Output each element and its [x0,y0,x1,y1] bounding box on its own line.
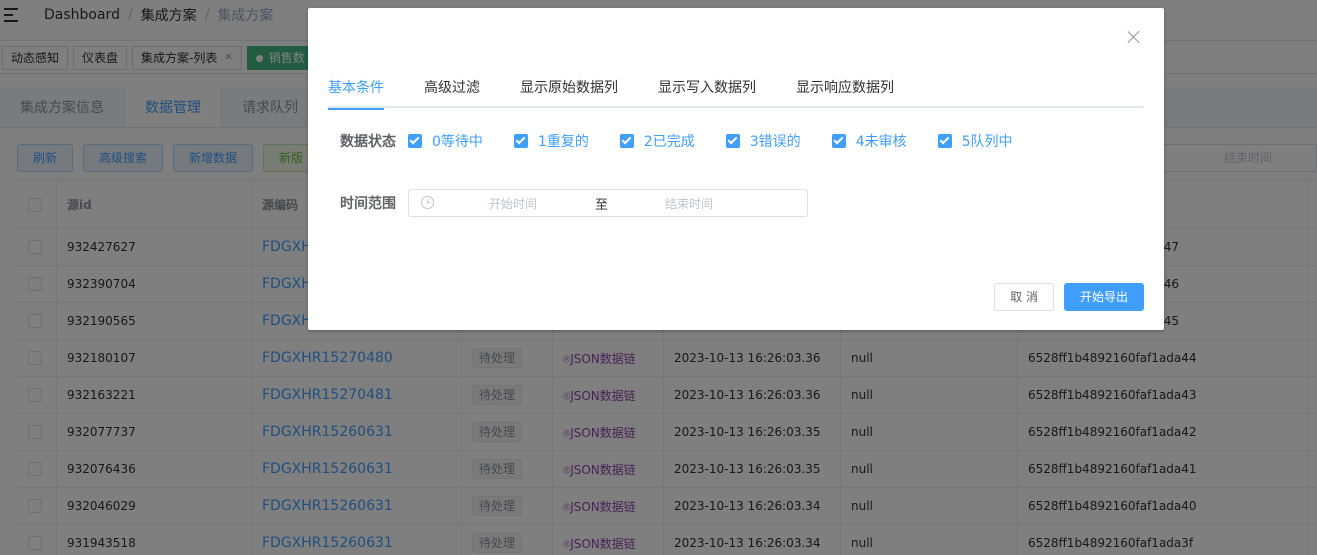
start-time-input[interactable]: 开始时间 [489,195,537,212]
status-option-unreviewed[interactable]: 4未审核 [831,131,907,151]
status-option-duplicate[interactable]: 1重复的 [513,131,589,151]
status-option-label: 2已完成 [643,134,695,150]
checkbox-checked[interactable] [619,134,634,148]
dialog-tabs: 基本条件 高级过滤 显示原始数据列 显示写入数据列 显示响应数据列 [328,73,1144,110]
checkbox-checked[interactable] [408,134,422,148]
dialog-footer: 取 消 开始导出 [984,283,1144,311]
status-option-queued[interactable]: 5队列中 [937,131,1013,151]
tab-basic-conditions[interactable]: 基本条件 [328,73,384,110]
tab-show-write-columns[interactable]: 显示写入数据列 [658,73,756,106]
status-option-waiting[interactable]: 0等待中 [408,131,483,151]
time-range-label: 时间范围 [340,196,396,212]
status-option-label: 5队列中 [961,134,1013,150]
start-export-button[interactable]: 开始导出 [1063,283,1144,311]
checkbox-checked[interactable] [831,134,846,148]
cancel-button[interactable]: 取 消 [994,283,1054,311]
tab-show-response-columns[interactable]: 显示响应数据列 [796,73,894,106]
export-dialog: 基本条件 高级过滤 显示原始数据列 显示写入数据列 显示响应数据列 数据状态 0… [308,8,1164,330]
tab-show-raw-columns[interactable]: 显示原始数据列 [520,73,618,106]
checkbox-checked[interactable] [725,134,740,148]
status-option-error[interactable]: 3错误的 [725,131,801,151]
status-option-label: 3错误的 [749,134,801,150]
close-icon[interactable] [1127,30,1141,44]
date-range-picker[interactable]: 开始时间 至 结束时间 [408,189,808,217]
status-option-done[interactable]: 2已完成 [619,131,695,151]
checkbox-checked[interactable] [513,134,528,148]
status-row: 数据状态 0等待中 1重复的 2已完成 3错误的 4未审核 5队列中 [340,131,1044,151]
time-range-row: 时间范围 开始时间 至 结束时间 [340,189,808,217]
end-time-input[interactable]: 结束时间 [665,195,713,212]
status-label: 数据状态 [340,134,396,150]
status-option-label: 4未审核 [855,134,907,150]
tab-advanced-filter[interactable]: 高级过滤 [424,73,480,106]
checkbox-checked[interactable] [937,134,952,148]
clock-icon [421,196,434,209]
status-option-label: 0等待中 [432,134,483,150]
status-option-label: 1重复的 [537,134,589,150]
range-separator: 至 [595,197,609,213]
